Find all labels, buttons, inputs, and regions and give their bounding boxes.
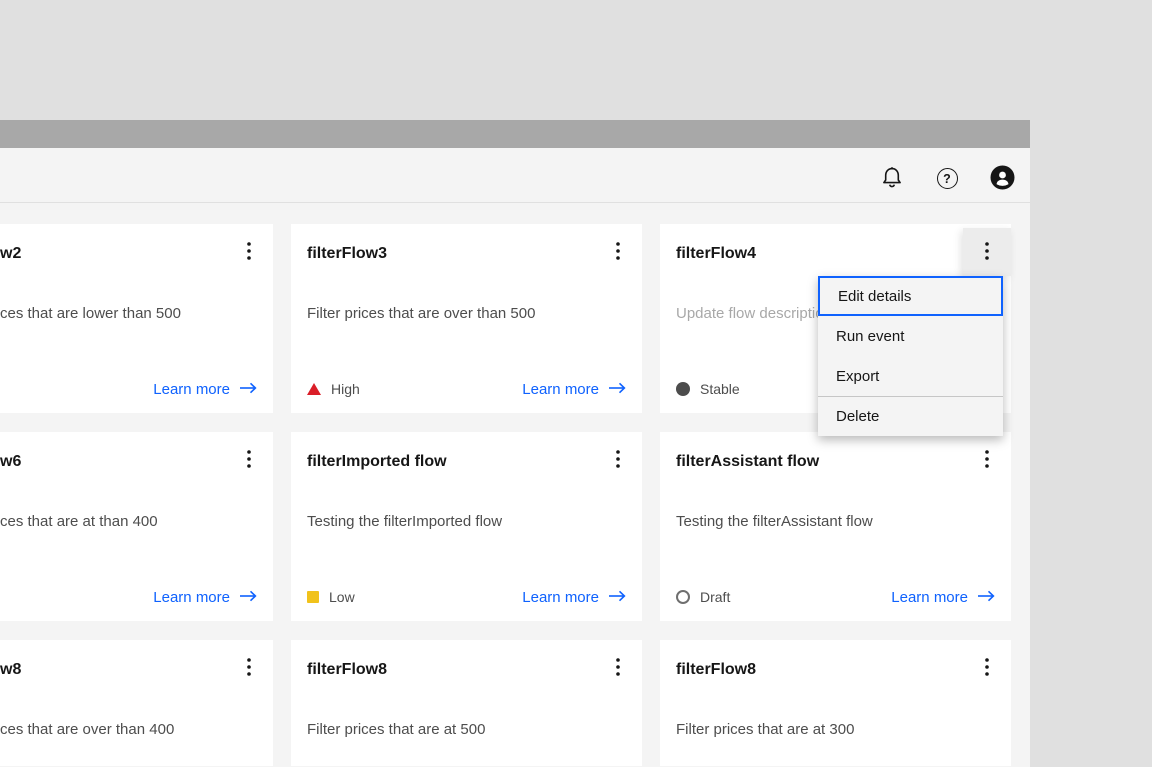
flow-card: filterFlow3 Filter prices that are over t… (291, 224, 642, 413)
card-description: Testing the filterImported flow (307, 512, 626, 532)
card-footer: Learn more (0, 377, 257, 401)
card-title: w6 (0, 451, 257, 472)
flow-card: w6 ces that are at than 400 Learn more (0, 432, 273, 621)
status-tag: Stable (676, 381, 740, 397)
context-menu: Edit detailsRun eventExportDelete (818, 276, 1003, 436)
menu-item-run-event[interactable]: Run event (818, 316, 1003, 356)
overflow-kebab-icon (247, 450, 251, 471)
card-title: filterFlow4 (676, 243, 995, 264)
learn-more-link[interactable]: Learn more (522, 381, 626, 398)
status-tag-label: Low (329, 589, 355, 605)
overflow-kebab-icon (247, 658, 251, 679)
flow-card: filterImported flow Testing the filterImp… (291, 432, 642, 621)
overflow-menu-button[interactable] (963, 436, 1011, 484)
flow-card: filterAssistant flow Testing the filterAs… (660, 432, 1011, 621)
desktop-background: { "colors": { "desktop_background": "#e0… (0, 0, 1152, 767)
learn-more-link[interactable]: Learn more (153, 589, 257, 606)
flow-card: w2 ces that are lower than 500 Learn more (0, 224, 273, 413)
user-avatar-icon (990, 165, 1015, 193)
learn-more-link[interactable]: Learn more (522, 589, 626, 606)
card-title: filterFlow3 (307, 243, 626, 264)
circle-filled-icon (676, 382, 690, 396)
status-tag: Low (307, 589, 355, 605)
card-description: ces that are lower than 500 (0, 304, 257, 324)
arrow-right-icon (608, 381, 626, 398)
status-tag-label: High (331, 381, 360, 397)
overflow-kebab-icon (616, 658, 620, 679)
help-icon: ? (937, 168, 958, 189)
menu-item-edit-details[interactable]: Edit details (818, 276, 1003, 316)
card-footer: High Learn more (307, 377, 626, 401)
learn-more-label: Learn more (522, 589, 599, 606)
card-description: ces that are at than 400 (0, 512, 257, 532)
status-tag: High (307, 381, 360, 397)
card-title: filterImported flow (307, 451, 626, 472)
card-footer: Learn more (0, 585, 257, 609)
overflow-menu-button[interactable] (225, 228, 273, 276)
arrow-right-icon (239, 589, 257, 606)
status-tag-label: Stable (700, 381, 740, 397)
user-avatar-button[interactable] (979, 156, 1025, 202)
flow-card: filterFlow8 Filter prices that are at 500 (291, 640, 642, 766)
menu-item-export[interactable]: Export (818, 356, 1003, 396)
card-title: w8 (0, 659, 257, 680)
arrow-right-icon (977, 589, 995, 606)
app-window: ? w2 ces that are lower than 500 Learn mor… (0, 120, 1030, 767)
card-footer: Low Learn more (307, 585, 626, 609)
overflow-menu-button[interactable] (594, 228, 642, 276)
overflow-kebab-icon (616, 450, 620, 471)
overflow-kebab-icon (616, 242, 620, 263)
overflow-menu-button[interactable] (225, 644, 273, 692)
card-description: Filter prices that are over than 500 (307, 304, 626, 324)
learn-more-link[interactable]: Learn more (153, 381, 257, 398)
content-area: w2ces that are lower than 500Learn moref… (0, 203, 1030, 766)
notifications-button[interactable] (869, 156, 915, 202)
app-header: ? (0, 148, 1030, 203)
status-tag: Draft (676, 589, 730, 605)
card-title: filterAssistant flow (676, 451, 995, 472)
status-tag-label: Draft (700, 589, 730, 605)
overflow-menu-button[interactable] (594, 644, 642, 692)
card-description: Testing the filterAssistant flow (676, 512, 995, 532)
flow-card: w8 ces that are over than 400 (0, 640, 273, 766)
triangle-icon (307, 383, 321, 395)
overflow-menu-button[interactable] (963, 644, 1011, 692)
card-title: filterFlow8 (676, 659, 995, 680)
card-footer: Draft Learn more (676, 585, 995, 609)
flow-card: filterFlow8 Filter prices that are at 300 (660, 640, 1011, 766)
overflow-kebab-icon (985, 450, 989, 471)
circle-outline-icon (676, 590, 690, 604)
arrow-right-icon (239, 381, 257, 398)
overflow-menu-button[interactable] (225, 436, 273, 484)
window-title-bar (0, 120, 1030, 148)
card-description: Filter prices that are at 300 (676, 720, 995, 740)
learn-more-label: Learn more (153, 381, 230, 398)
card-description: ces that are over than 400 (0, 720, 257, 740)
overflow-kebab-icon (247, 242, 251, 263)
learn-more-label: Learn more (891, 589, 968, 606)
overflow-kebab-icon (985, 658, 989, 679)
menu-item-delete[interactable]: Delete (818, 396, 1003, 436)
card-title: w2 (0, 243, 257, 264)
overflow-kebab-icon (985, 242, 989, 263)
card-description: Filter prices that are at 500 (307, 720, 626, 740)
card-title: filterFlow8 (307, 659, 626, 680)
notification-bell-icon (882, 166, 902, 192)
help-button[interactable]: ? (924, 156, 970, 202)
learn-more-link[interactable]: Learn more (891, 589, 995, 606)
square-icon (307, 591, 319, 603)
learn-more-label: Learn more (522, 381, 599, 398)
overflow-menu-button[interactable] (963, 228, 1011, 276)
learn-more-label: Learn more (153, 589, 230, 606)
overflow-menu-button[interactable] (594, 436, 642, 484)
arrow-right-icon (608, 589, 626, 606)
